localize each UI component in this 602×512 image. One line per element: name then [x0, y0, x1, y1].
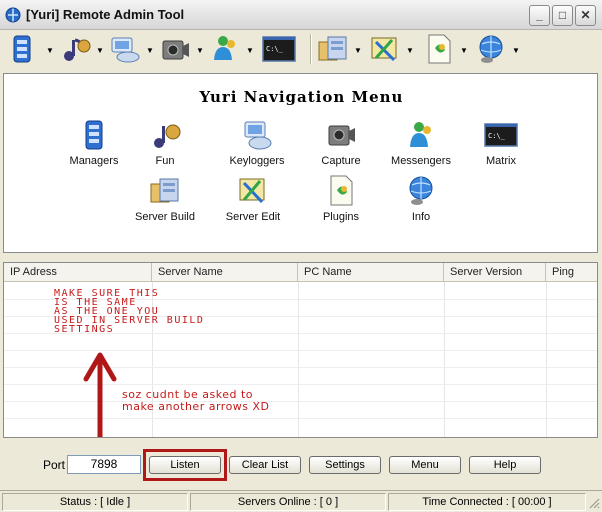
grid-line [444, 282, 445, 437]
capture-icon [162, 40, 189, 60]
toolbar-fun-button[interactable]: ▼ [58, 32, 108, 68]
help-button[interactable]: Help [469, 456, 541, 474]
nav-item-server-edit[interactable]: Server Edit [208, 174, 298, 223]
plugins-icon [330, 175, 353, 206]
toolbar-managers-button[interactable]: ▼ [8, 32, 58, 68]
chevron-down-icon[interactable]: ▼ [406, 46, 414, 55]
plugins-icon [428, 34, 451, 64]
window-title: [Yuri] Remote Admin Tool [26, 7, 185, 22]
annotation-line: SETTINGS [54, 324, 115, 335]
maximize-button[interactable]: □ [552, 5, 573, 26]
toolbar: ▼ ▼ ▼ ▼ ▼ C:\_ ▼ ▼ ▼ ▼ [2, 30, 600, 70]
chevron-down-icon[interactable]: ▼ [96, 46, 104, 55]
nav-item-matrix[interactable]: C:\_ Matrix [456, 118, 546, 167]
toolbar-plugins-button[interactable]: ▼ [422, 32, 472, 68]
annotation-line: make another arrows XD [122, 400, 270, 413]
menu-button[interactable]: Menu [389, 456, 461, 474]
chevron-down-icon[interactable]: ▼ [46, 46, 54, 55]
column-ip-address[interactable]: IP Adress [4, 263, 152, 282]
chevron-down-icon[interactable]: ▼ [460, 46, 468, 55]
nav-label: Server Build [135, 211, 195, 223]
nav-item-fun[interactable]: Fun [120, 118, 210, 167]
matrix-icon: C:\_ [262, 36, 296, 62]
capture-icon [328, 125, 355, 146]
nav-label: Fun [155, 155, 175, 167]
nav-label: Messengers [391, 155, 451, 167]
server-list[interactable]: IP Adress Server Name PC Name Server Ver… [3, 262, 598, 438]
nav-label: Info [411, 211, 431, 223]
port-input[interactable]: 7898 [67, 455, 141, 474]
close-button[interactable]: ✕ [575, 5, 596, 26]
info-icon [479, 35, 503, 63]
nav-label: Plugins [322, 211, 360, 223]
managers-icon [85, 120, 103, 150]
minimize-button[interactable]: _ [529, 5, 550, 26]
settings-button[interactable]: Settings [309, 456, 381, 474]
chevron-down-icon[interactable]: ▼ [246, 46, 254, 55]
port-label: Port [43, 458, 66, 472]
chevron-down-icon[interactable]: ▼ [146, 46, 154, 55]
nav-label: Capture [321, 155, 361, 167]
listen-button[interactable]: Listen [149, 456, 221, 474]
fun-icon [154, 124, 181, 148]
keyloggers-icon [244, 121, 272, 150]
grid-line [546, 282, 547, 437]
nav-item-keyloggers[interactable]: Keyloggers [212, 118, 302, 167]
grid-line [298, 282, 299, 437]
toolbar-separator [310, 34, 312, 64]
toolbar-capture-button[interactable]: ▼ [158, 32, 208, 68]
column-server-name[interactable]: Server Name [152, 263, 298, 282]
app-icon [5, 7, 21, 23]
toolbar-server-edit-button[interactable]: ▼ [368, 32, 418, 68]
keyloggers-icon [111, 37, 140, 63]
annotation-text: soz cudnt be asked to make another arrow… [122, 389, 270, 413]
toolbar-info-button[interactable]: ▼ [474, 32, 524, 68]
nav-label: Server Edit [225, 211, 281, 223]
messengers-icon [214, 36, 235, 60]
server-build-icon [150, 178, 179, 203]
column-pc-name[interactable]: PC Name [298, 263, 444, 282]
server-edit-icon [371, 37, 397, 62]
matrix-icon: C:\_ [484, 123, 518, 147]
clear-list-button[interactable]: Clear List [229, 456, 301, 474]
nav-item-info[interactable]: Info [376, 174, 466, 223]
status-time-connected: Time Connected : [ 00:00 ] [388, 493, 586, 511]
info-icon [409, 176, 433, 205]
svg-text:C:\_: C:\_ [488, 132, 506, 140]
nav-item-server-build[interactable]: Server Build [120, 174, 210, 223]
resize-grip-icon[interactable] [588, 497, 600, 509]
list-header: IP Adress Server Name PC Name Server Ver… [4, 263, 597, 282]
annotation-text: MAKE SURE THIS IS THE SAME AS THE ONE YO… [54, 289, 204, 335]
server-build-icon [318, 36, 347, 61]
column-ping[interactable]: Ping [546, 263, 597, 282]
toolbar-server-build-button[interactable]: ▼ [316, 32, 366, 68]
control-bar: Port 7898 Listen Clear List Settings Men… [3, 442, 598, 488]
chevron-down-icon[interactable]: ▼ [354, 46, 362, 55]
nav-label: Matrix [486, 155, 516, 167]
column-server-version[interactable]: Server Version [444, 263, 546, 282]
toolbar-keyloggers-button[interactable]: ▼ [108, 32, 158, 68]
nav-title: Yuri Navigation Menu [199, 88, 404, 106]
title-bar[interactable]: [Yuri] Remote Admin Tool _ □ ✕ [0, 0, 602, 30]
status-servers-online: Servers Online : [ 0 ] [190, 493, 386, 511]
nav-item-messengers[interactable]: Messengers [376, 118, 466, 167]
toolbar-messengers-button[interactable]: ▼ [208, 32, 258, 68]
chevron-down-icon[interactable]: ▼ [196, 46, 204, 55]
status-bar: Status : [ Idle ] Servers Online : [ 0 ]… [0, 490, 602, 512]
navigation-panel: Yuri Navigation Menu Managers Fun Keylog… [3, 73, 598, 253]
managers-icon [13, 35, 31, 63]
chevron-down-icon[interactable]: ▼ [512, 46, 520, 55]
fun-icon [64, 38, 91, 61]
toolbar-matrix-button[interactable]: C:\_ [262, 32, 312, 68]
nav-item-capture[interactable]: Capture [296, 118, 386, 167]
server-edit-icon [239, 178, 265, 204]
svg-text:C:\_: C:\_ [266, 45, 284, 53]
status-idle: Status : [ Idle ] [2, 493, 188, 511]
nav-item-plugins[interactable]: Plugins [296, 174, 386, 223]
nav-label: Keyloggers [229, 155, 285, 167]
messengers-icon [410, 122, 431, 147]
annotation-arrow-icon [83, 352, 117, 437]
